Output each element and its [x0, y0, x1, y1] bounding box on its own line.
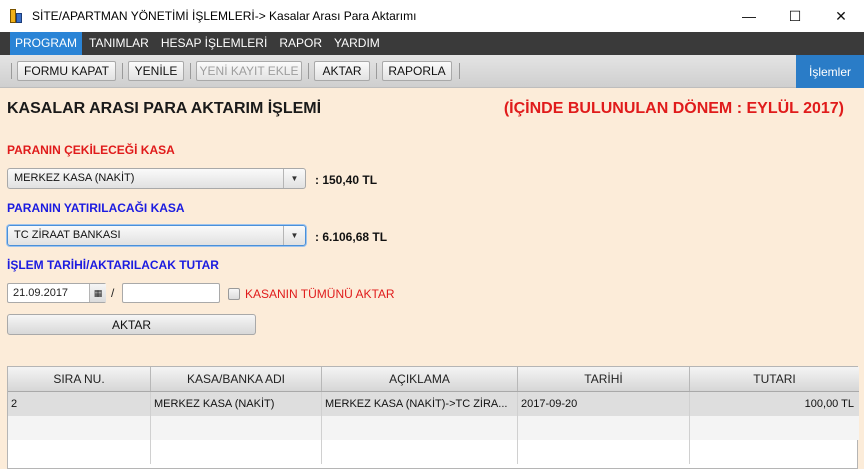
refresh-button[interactable]: YENİLE: [128, 61, 184, 81]
menu-hesap-islemleri[interactable]: HESAP İŞLEMLERİ: [156, 32, 273, 55]
transfer-all-label[interactable]: KASANIN TÜMÜNÜ AKTAR: [245, 287, 395, 301]
target-cashbox-value: TC ZİRAAT BANKASI: [14, 229, 121, 241]
cell-empty: [8, 416, 151, 440]
close-form-button[interactable]: FORMU KAPAT: [17, 61, 116, 81]
menu-program[interactable]: PROGRAM: [10, 32, 83, 55]
close-button[interactable]: ✕: [818, 0, 864, 32]
column-header-tarih[interactable]: TARİHİ: [518, 367, 690, 391]
cell-tutar: 100,00 TL: [804, 398, 854, 410]
column-header-sira[interactable]: SIRA NU.: [8, 367, 151, 391]
target-cashbox-select[interactable]: TC ZİRAAT BANKASI ▼: [7, 225, 306, 246]
cell-sira: 2: [8, 392, 151, 416]
report-button[interactable]: RAPORLA: [382, 61, 452, 81]
toolbar-separator: [459, 63, 460, 79]
transfer-button[interactable]: AKTAR: [7, 314, 256, 335]
transfer-date-field[interactable]: 21.09.2017 ▦: [7, 283, 106, 303]
maximize-button[interactable]: ☐: [772, 0, 818, 32]
table-row-empty: [8, 440, 859, 464]
cell-kasa-banka: MERKEZ KASA (NAKİT): [151, 392, 322, 416]
cell-empty: [8, 440, 151, 464]
toolbar-separator: [11, 63, 12, 79]
window-titlebar: SİTE/APARTMAN YÖNETİMİ İŞLEMLERİ-> Kasal…: [0, 0, 864, 32]
window-title: SİTE/APARTMAN YÖNETİMİ İŞLEMLERİ-> Kasal…: [32, 9, 417, 23]
toolbar-separator: [376, 63, 377, 79]
toolbar-separator: [308, 63, 309, 79]
date-amount-separator: /: [111, 286, 115, 300]
source-balance: : 150,40 TL: [315, 173, 378, 187]
menu-tanimlar[interactable]: TANIMLAR: [84, 32, 154, 55]
transfers-table: SIRA NU. KASA/BANKA ADI AÇIKLAMA TARİHİ …: [7, 366, 859, 469]
target-balance: : 6.106,68 TL: [315, 230, 388, 244]
window-controls: — ☐ ✕: [726, 0, 864, 32]
transfer-all-checkbox[interactable]: [228, 288, 240, 300]
page-title: KASALAR ARASI PARA AKTARIM İŞLEMİ: [7, 100, 322, 117]
column-header-tutar[interactable]: TUTARI: [690, 367, 859, 391]
table-row[interactable]: 2 MERKEZ KASA (NAKİT) MERKEZ KASA (NAKİT…: [8, 392, 859, 416]
calendar-icon[interactable]: ▦: [89, 284, 106, 302]
menu-yardim[interactable]: YARDIM: [329, 32, 385, 55]
cell-empty: [518, 416, 690, 440]
cell-empty: [322, 416, 518, 440]
transfer-toolbar-button[interactable]: AKTAR: [314, 61, 370, 81]
cell-empty: [518, 440, 690, 464]
cell-empty: [151, 440, 322, 464]
column-header-kasa-banka[interactable]: KASA/BANKA ADI: [151, 367, 322, 391]
column-header-aciklama[interactable]: AÇIKLAMA: [322, 367, 518, 391]
table-row-empty: [8, 416, 859, 440]
source-cashbox-value: MERKEZ KASA (NAKİT): [14, 172, 135, 184]
toolbar: FORMU KAPAT YENİLE YENİ KAYIT EKLE AKTAR…: [0, 55, 864, 88]
menu-bar: PROGRAM TANIMLAR HESAP İŞLEMLERİ RAPOR Y…: [0, 32, 864, 55]
chevron-down-icon[interactable]: ▼: [283, 226, 305, 245]
current-period: (İÇİNDE BULUNULAN DÖNEM : EYLÜL 2017): [503, 100, 844, 117]
table-header: SIRA NU. KASA/BANKA ADI AÇIKLAMA TARİHİ …: [8, 367, 859, 392]
chevron-down-icon[interactable]: ▼: [283, 169, 305, 188]
cell-tarih: 2017-09-20: [518, 392, 690, 416]
amount-field[interactable]: [122, 283, 220, 303]
toolbar-separator: [122, 63, 123, 79]
source-cashbox-select[interactable]: MERKEZ KASA (NAKİT) ▼: [7, 168, 306, 189]
transfer-date-amount-label: İŞLEM TARİHİ/AKTARILACAK TUTAR: [7, 258, 219, 272]
new-record-button[interactable]: YENİ KAYIT EKLE: [196, 61, 302, 81]
operations-panel-button[interactable]: İşlemler: [796, 55, 864, 88]
source-label: PARANIN ÇEKİLECEĞİ KASA: [7, 143, 175, 157]
toolbar-separator: [190, 63, 191, 79]
menu-rapor[interactable]: RAPOR: [274, 32, 327, 55]
cell-empty: [322, 440, 518, 464]
cell-empty: [151, 416, 322, 440]
cell-aciklama: MERKEZ KASA (NAKİT)->TC ZİRA...: [322, 392, 518, 416]
minimize-button[interactable]: —: [726, 0, 772, 32]
target-label: PARANIN YATIRILACAĞI KASA: [7, 201, 185, 215]
app-building-icon: [8, 8, 24, 24]
transfer-date-value: 21.09.2017: [13, 287, 69, 299]
